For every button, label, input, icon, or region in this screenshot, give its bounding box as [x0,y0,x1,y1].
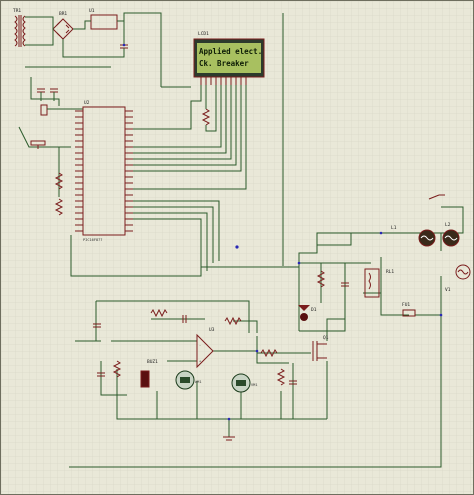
schematic-canvas: TR1 BR1 U1 U2 PIC16F877 LCD1 Applied ele… [0,0,474,495]
lcd-line-2: Ck. Breaker [199,59,249,68]
lcd-display[interactable]: LCD1 Applied elect. Ck. Breaker [193,31,265,85]
regulator-label: U1 [89,8,95,14]
lcd-label: LCD1 [198,31,209,37]
opamp-label: U3 [209,327,215,333]
lcd-line-1: Applied elect. [199,47,262,56]
circuit-schematic: TR1 BR1 U1 U2 PIC16F877 LCD1 Applied ele… [1,1,473,494]
lamp-1-label: L1 [391,225,397,231]
fuse-label: FU1 [402,302,410,308]
diode-label: D1 [311,307,317,313]
bridge-label: BR1 [59,11,67,17]
source-label: V1 [445,287,451,293]
mosfet-label: Q1 [323,335,329,341]
mcu-label: U2 [84,100,90,106]
relay-label: RL1 [386,269,394,275]
lamp-2-label: L2 [445,222,451,228]
voltmeter-label: VM1 [251,383,258,387]
ammeter-label: AM1 [195,380,202,384]
svg-text:-: - [199,343,201,347]
buzzer-label: BUZ1 [147,359,158,365]
transformer-label: TR1 [13,8,21,14]
mcu-part-label: PIC16F877 [83,238,102,242]
